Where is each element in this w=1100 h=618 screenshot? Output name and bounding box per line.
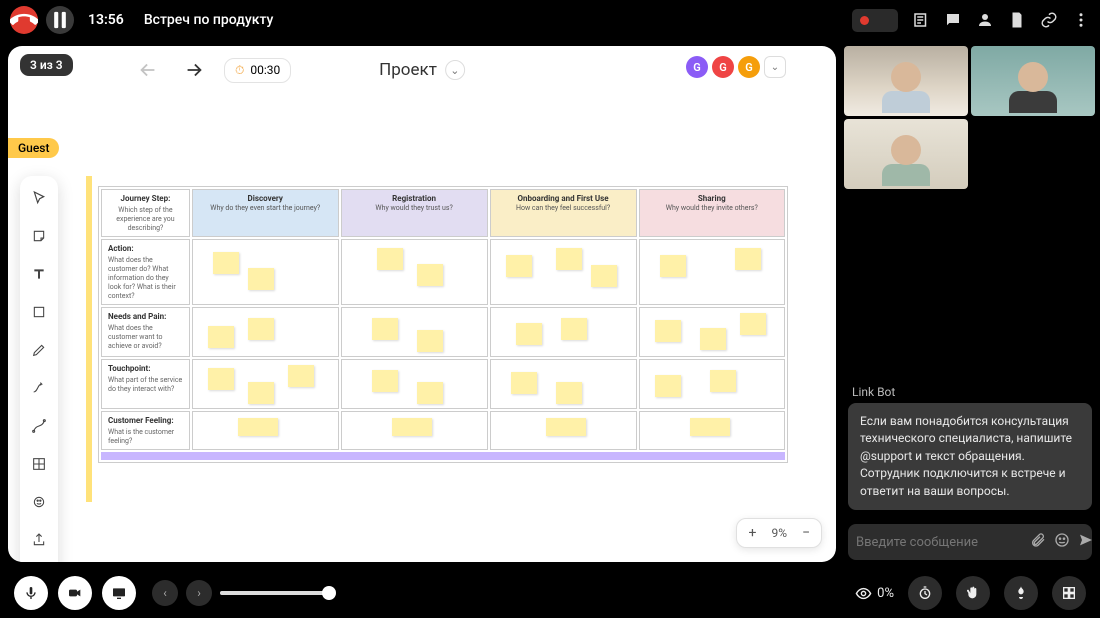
reactions-button[interactable] <box>1004 576 1038 610</box>
next-frame-button[interactable] <box>178 54 210 86</box>
share-tool[interactable] <box>25 526 53 554</box>
zoom-in-button[interactable]: + <box>737 519 767 547</box>
document-icon[interactable] <box>1008 11 1026 29</box>
frame-tool[interactable] <box>25 412 53 440</box>
sticky-tool[interactable] <box>25 222 53 250</box>
chat-icon[interactable] <box>944 11 962 29</box>
video-tile[interactable] <box>844 46 968 116</box>
link-icon[interactable] <box>1040 11 1058 29</box>
hangup-button[interactable] <box>10 6 38 34</box>
timer-button[interactable] <box>908 576 942 610</box>
video-tile[interactable] <box>971 46 1095 116</box>
cursor-tool[interactable] <box>25 184 53 212</box>
avatar: G <box>686 56 708 78</box>
slider-next-button[interactable]: › <box>186 580 212 606</box>
raise-hand-button[interactable] <box>956 576 990 610</box>
meeting-title: Встреч по продукту <box>144 12 274 28</box>
chevron-down-icon: ⌄ <box>445 60 465 80</box>
avatar: G <box>712 56 734 78</box>
more-icon[interactable] <box>1072 11 1090 29</box>
bot-name: Link Bot <box>852 385 1092 399</box>
yellow-stripe <box>86 176 92 502</box>
avatar: G <box>738 56 760 78</box>
project-label: Проект <box>379 60 437 80</box>
step-pill: 3 из 3 <box>20 54 73 76</box>
prev-frame-button[interactable] <box>132 54 164 86</box>
journey-map: Journey Step:Which step of the experienc… <box>98 186 788 463</box>
notes-icon[interactable] <box>912 11 930 29</box>
chat-panel: Link Bot Если вам понадобится консультац… <box>840 195 1100 516</box>
opacity-control[interactable]: 0% <box>855 585 894 602</box>
opacity-value: 0% <box>877 586 894 601</box>
shape-tool[interactable] <box>25 298 53 326</box>
chat-composer <box>848 524 1092 560</box>
slider-prev-button[interactable]: ‹ <box>152 580 178 606</box>
stopwatch-icon: ⏱ <box>235 63 244 78</box>
guest-tag: Guest <box>8 138 59 158</box>
attach-icon[interactable] <box>1030 532 1046 552</box>
zoom-out-button[interactable]: − <box>791 519 821 547</box>
pen-tool[interactable] <box>25 336 53 364</box>
avatar-more-button[interactable]: ⌄ <box>764 56 786 78</box>
participant-avatars[interactable]: G G G ⌄ <box>686 56 786 78</box>
toolbox <box>20 176 58 562</box>
zoom-control: + 9% − <box>736 518 822 548</box>
connector-tool[interactable] <box>25 374 53 402</box>
chat-message: Если вам понадобится консультация технич… <box>848 403 1092 510</box>
text-tool[interactable] <box>25 260 53 288</box>
pause-button[interactable] <box>46 6 74 34</box>
timer-chip[interactable]: ⏱ 00:30 <box>224 58 291 83</box>
mic-button[interactable] <box>14 576 48 610</box>
apps-button[interactable] <box>1052 576 1086 610</box>
record-dot-icon <box>860 16 869 25</box>
send-icon[interactable] <box>1078 532 1094 552</box>
zoom-value: 9% <box>767 526 791 540</box>
grid-tool[interactable] <box>25 450 53 478</box>
sound-wave-icon <box>875 13 890 28</box>
project-selector[interactable]: Проект ⌄ <box>379 60 465 80</box>
person-icon[interactable] <box>976 11 994 29</box>
whiteboard[interactable]: 3 из 3 ⏱ 00:30 Проект ⌄ <box>8 46 836 562</box>
timer-value: 00:30 <box>250 63 280 77</box>
video-tile[interactable] <box>844 119 968 189</box>
video-grid <box>840 40 1100 195</box>
canvas[interactable]: Journey Step:Which step of the experienc… <box>78 176 806 502</box>
screenshare-button[interactable] <box>102 576 136 610</box>
chat-input[interactable] <box>856 535 1022 550</box>
call-time: 13:56 <box>88 12 124 28</box>
zoom-slider[interactable] <box>220 591 330 595</box>
record-indicator[interactable] <box>852 9 898 32</box>
emoji-icon[interactable] <box>1054 532 1070 552</box>
camera-button[interactable] <box>58 576 92 610</box>
stamp-tool[interactable] <box>25 488 53 516</box>
